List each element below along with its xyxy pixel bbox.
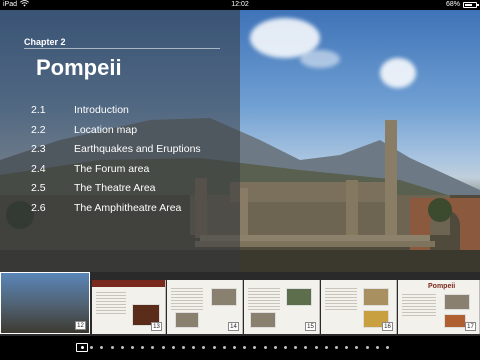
toc-item-amphitheatre[interactable]: 2.6 The Amphitheatre Area <box>31 199 231 219</box>
toc-item-earthquakes[interactable]: 2.3 Earthquakes and Eruptions <box>31 140 231 160</box>
page-dot[interactable] <box>131 346 134 349</box>
page-dot[interactable] <box>151 346 155 349</box>
page-dot[interactable] <box>375 346 379 349</box>
page-dot[interactable] <box>263 346 267 349</box>
page-number: 15 <box>305 322 316 331</box>
battery-percent: 68% <box>445 1 460 8</box>
page-image <box>286 288 312 306</box>
chapter-divider <box>24 48 220 49</box>
page-dot[interactable] <box>100 346 104 349</box>
page-header-bar <box>92 280 165 287</box>
text-block <box>248 288 280 310</box>
toc-item-title: The Amphitheatre Area <box>74 201 182 214</box>
page-image <box>363 288 389 306</box>
page-dot[interactable] <box>90 346 94 349</box>
page-dot[interactable] <box>243 346 247 349</box>
toc-item-location-map[interactable]: 2.2 Location map <box>31 121 231 141</box>
page-thumbnail-strip[interactable]: 12 13 14 15 16 Pompeii 17 <box>0 272 480 336</box>
page-thumbnail[interactable]: 12 <box>0 272 90 334</box>
page-dot[interactable] <box>284 346 287 349</box>
page-dot[interactable] <box>171 346 175 349</box>
page-number: 13 <box>151 322 162 331</box>
page-image <box>444 294 470 310</box>
page-dot[interactable] <box>365 346 369 349</box>
page-dot[interactable] <box>161 346 165 349</box>
page-thumbnail[interactable]: 15 <box>244 280 320 334</box>
page-thumbnail[interactable]: 13 <box>92 280 166 334</box>
page-dot[interactable] <box>345 346 349 349</box>
toc-item-title: The Forum area <box>74 162 150 175</box>
page-image <box>250 312 276 328</box>
page-heading: Pompeii <box>428 283 456 290</box>
page-dot[interactable] <box>324 346 328 349</box>
toc-item-number: 2.3 <box>31 143 46 156</box>
text-block <box>171 288 203 310</box>
page-thumbnail[interactable]: Pompeii 17 <box>398 280 480 334</box>
toc-item-number: 2.5 <box>31 182 46 195</box>
battery-icon <box>463 2 479 8</box>
page-dot[interactable] <box>304 346 308 349</box>
status-bar: iPad 12:02 68% <box>0 0 480 10</box>
toc-item-introduction[interactable]: 2.1 Introduction <box>31 101 231 121</box>
page-dot[interactable] <box>273 346 277 349</box>
chapter-title: Pompeii <box>36 55 122 80</box>
page-dot-current[interactable] <box>76 343 88 352</box>
toc-item-title: Location map <box>74 123 138 136</box>
page-image <box>444 314 466 328</box>
page-thumbnail[interactable]: 14 <box>167 280 243 334</box>
page-dot[interactable] <box>212 346 216 349</box>
page-dot[interactable] <box>120 346 124 349</box>
page-dot[interactable] <box>110 346 114 349</box>
toc-item-title: Introduction <box>74 104 129 116</box>
page-number: 17 <box>465 322 476 331</box>
page-dot[interactable] <box>182 346 185 349</box>
page-dot[interactable] <box>355 346 359 349</box>
page-image <box>211 288 237 306</box>
chapter-panel: Chapter 2 Pompeii 2.1 Introduction 2.2 L… <box>0 10 240 280</box>
page-dot[interactable] <box>253 346 257 349</box>
page-dot[interactable] <box>386 346 389 349</box>
page-dot[interactable] <box>141 346 145 349</box>
toc-item-title: The Theatre Area <box>74 182 156 195</box>
page-thumbnail[interactable]: 16 <box>321 280 397 334</box>
page-dot[interactable] <box>314 346 318 349</box>
page-image <box>175 312 199 328</box>
toc-item-number: 2.6 <box>31 201 46 214</box>
page-dot[interactable] <box>222 346 226 349</box>
toc-item-theatre[interactable]: 2.5 The Theatre Area <box>31 179 231 199</box>
table-of-contents: 2.1 Introduction 2.2 Location map 2.3 Ea… <box>31 101 231 219</box>
page-dot[interactable] <box>192 346 196 349</box>
toc-item-forum[interactable]: 2.4 The Forum area <box>31 160 231 180</box>
status-clock: 12:02 <box>231 1 249 8</box>
page-number: 14 <box>228 322 239 331</box>
page-dot[interactable] <box>294 346 298 349</box>
text-block <box>96 292 126 314</box>
page-indicator[interactable] <box>0 336 480 360</box>
toc-item-title: Earthquakes and Eruptions <box>74 143 201 156</box>
page-dot[interactable] <box>335 346 338 349</box>
page-dot[interactable] <box>202 346 206 349</box>
toc-item-number: 2.2 <box>31 123 46 136</box>
page-dot[interactable] <box>233 346 236 349</box>
toc-item-number: 2.4 <box>31 162 46 175</box>
text-block <box>325 288 357 310</box>
text-block <box>402 294 436 316</box>
page-number: 12 <box>75 321 86 330</box>
page-number: 16 <box>382 322 393 331</box>
toc-item-number: 2.1 <box>31 104 46 116</box>
chapter-label: Chapter 2 <box>24 37 66 47</box>
